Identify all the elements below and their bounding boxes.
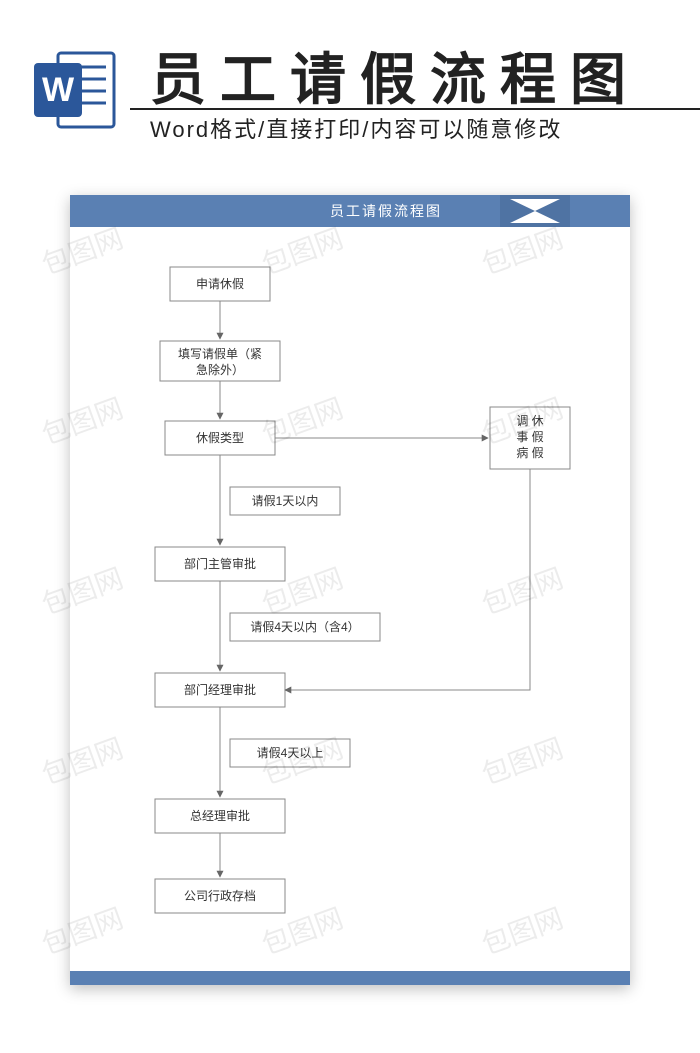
svg-text:W: W xyxy=(42,71,75,109)
flow-node-cat3: 病 假 xyxy=(516,445,543,460)
word-logo-icon: W xyxy=(30,45,120,135)
flow-cond-over4-label: 请假4天以上 xyxy=(257,746,324,760)
flow-node-fill-form-label1: 填写请假单（紧 xyxy=(178,347,262,361)
flow-cond-1day-label: 请假1天以内 xyxy=(252,494,319,508)
banner-divider xyxy=(130,108,700,110)
document-page: 员工请假流程图 .box{fill:#fff;stroke:#888;strok… xyxy=(70,195,630,985)
flow-node-manager-label: 部门经理审批 xyxy=(184,682,256,697)
flow-node-cat1: 调 休 xyxy=(516,414,543,428)
doc-footer-bar xyxy=(70,971,630,985)
banner-title: 员工请假流程图 xyxy=(150,35,640,116)
flow-node-cat2: 事 假 xyxy=(516,430,543,444)
flow-node-archive-label: 公司行政存档 xyxy=(184,889,256,903)
page: 包图网 包图网 包图网 包图网 包图网 包图网 包图网 包图网 包图网 包图网 … xyxy=(0,0,700,1053)
flow-node-gm-label: 总经理审批 xyxy=(190,808,250,823)
flow-node-apply-label: 申请休假 xyxy=(196,277,244,291)
flow-cond-4day-label: 请假4天以内（含4） xyxy=(250,619,359,634)
banner: W 员工请假流程图 Word格式/直接打印/内容可以随意修改 xyxy=(0,0,700,170)
flowchart: .box{fill:#fff;stroke:#888;stroke-width:… xyxy=(70,227,630,971)
flow-node-leave-type-label: 休假类型 xyxy=(196,431,244,445)
flow-node-fill-form-label2: 急除外） xyxy=(196,362,244,377)
doc-header-title: 员工请假流程图 xyxy=(330,201,442,221)
banner-subtitle: Word格式/直接打印/内容可以随意修改 xyxy=(150,112,562,144)
doc-header-bar: 员工请假流程图 xyxy=(70,195,630,227)
hourglass-icon xyxy=(500,195,570,227)
flow-node-supervisor-label: 部门主管审批 xyxy=(184,556,256,571)
